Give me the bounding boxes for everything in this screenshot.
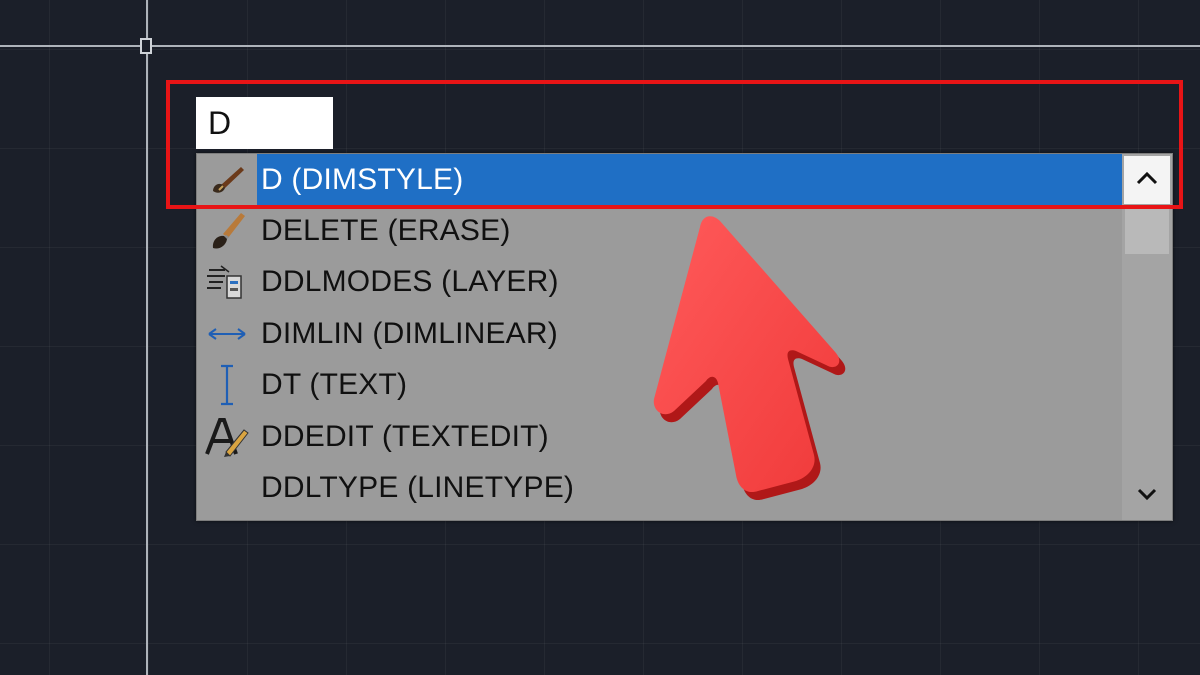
autocomplete-item-label: D (DIMSTYLE) (261, 162, 464, 196)
autocomplete-item-label: DDLMODES (LAYER) (261, 265, 559, 299)
chevron-up-icon (1136, 171, 1158, 190)
crosshair-vertical-line (146, 0, 148, 675)
autocomplete-item-label: DIMLIN (DIMLINEAR) (261, 316, 558, 350)
empty-icon-slot (197, 463, 257, 514)
chevron-down-icon (1137, 487, 1157, 506)
autocomplete-item-dimstyle[interactable]: D (DIMSTYLE) (197, 154, 1123, 206)
autocomplete-item-label: DT (TEXT) (261, 368, 408, 402)
scroll-up-button[interactable] (1124, 156, 1170, 204)
scroll-down-button[interactable] (1124, 476, 1170, 516)
autocomplete-item-label: DDLTYPE (LINETYPE) (261, 471, 575, 505)
autocomplete-item-label: DDEDIT (TEXTEDIT) (261, 419, 549, 453)
dimstyle-brush-icon (197, 154, 257, 206)
command-input[interactable]: D (196, 97, 333, 149)
scroll-thumb[interactable] (1125, 206, 1169, 254)
text-edit-icon (197, 411, 257, 462)
crosshair-horizontal-line (0, 45, 1200, 47)
autocomplete-item-label: DELETE (ERASE) (261, 214, 511, 248)
autocomplete-scrollbar[interactable] (1122, 154, 1172, 520)
crosshair-pickbox (140, 38, 152, 54)
eraser-brush-icon (197, 206, 257, 257)
text-cursor-icon (197, 360, 257, 411)
layer-properties-icon (197, 257, 257, 308)
red-pointer-arrow-icon (653, 216, 846, 501)
linear-dimension-icon (197, 308, 257, 359)
